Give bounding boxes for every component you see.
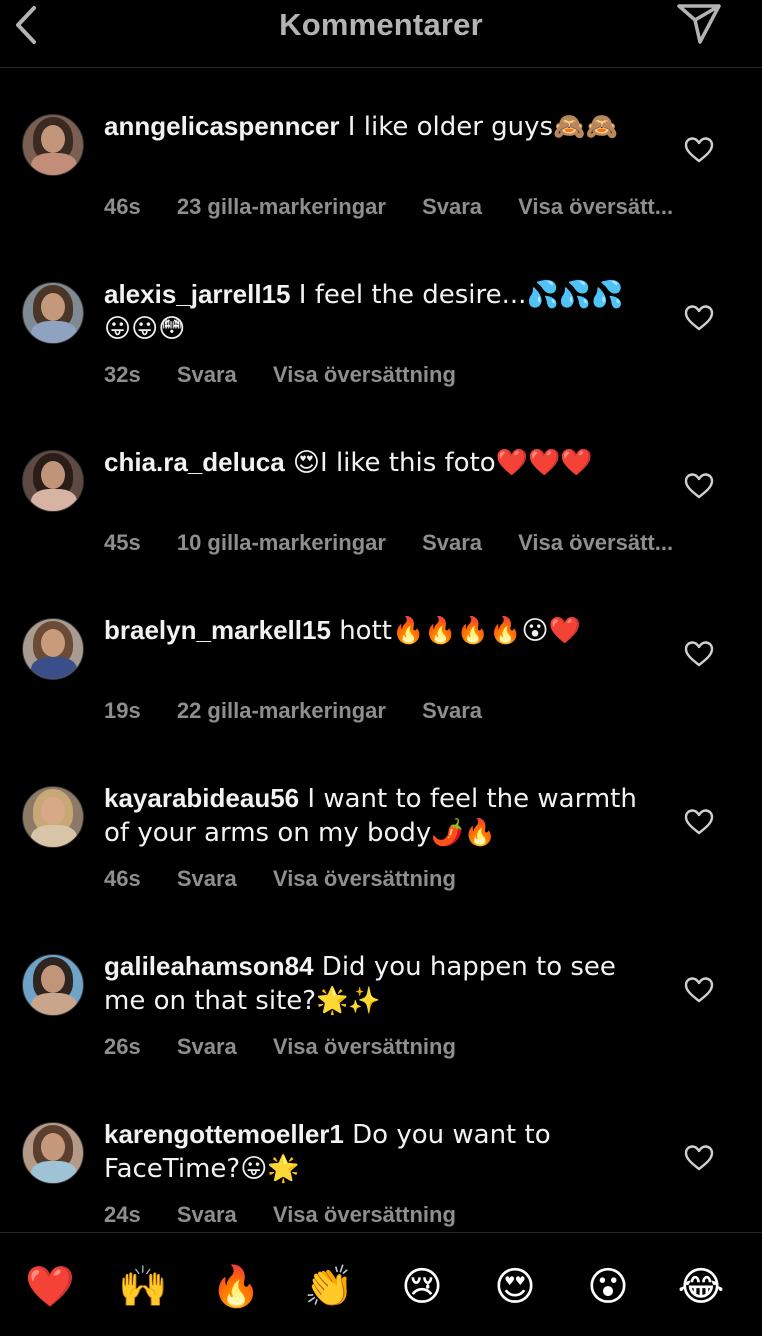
comment-username[interactable]: alexis_jarrell15	[104, 279, 291, 309]
comment-meta: 45s 10 gilla-markeringar Svara Visa över…	[104, 530, 673, 556]
comment-meta: 19s 22 gilla-markeringar Svara	[104, 698, 482, 724]
comment-username[interactable]: chia.ra_deluca	[104, 447, 285, 477]
comment-meta: 24s Svara Visa översättning	[104, 1202, 456, 1228]
comment-username[interactable]: braelyn_markell15	[104, 615, 331, 645]
reaction-fire-button[interactable]: 🔥	[208, 1261, 264, 1313]
comment-item: chia.ra_deluca 😍I like this foto❤️❤️❤️ 4…	[0, 404, 762, 572]
comment-time: 45s	[104, 530, 141, 555]
avatar[interactable]	[22, 114, 84, 176]
heart-icon[interactable]	[684, 976, 714, 1004]
reaction-heart-button[interactable]: ❤️	[22, 1261, 78, 1313]
heart-icon[interactable]	[684, 808, 714, 836]
translate-link[interactable]: Visa översättning	[273, 866, 456, 891]
comment-item: braelyn_markell15 hott🔥🔥🔥🔥😮❤️ 19s 22 gil…	[0, 572, 762, 740]
comment-text: kayarabideau56 I want to feel the warmth…	[104, 782, 644, 850]
avatar[interactable]	[22, 954, 84, 1016]
reaction-crying-button[interactable]: 😢	[394, 1261, 450, 1313]
heart-icon[interactable]	[684, 640, 714, 668]
comment-text: anngelicaspenncer I like older guys🙈🙈	[104, 110, 644, 144]
comment-text: alexis_jarrell15 I feel the desire...💦💦💦…	[104, 278, 644, 346]
avatar[interactable]	[22, 786, 84, 848]
avatar[interactable]	[22, 450, 84, 512]
heart-icon[interactable]	[684, 304, 714, 332]
likes-count-link[interactable]: 23 gilla-markeringar	[177, 194, 386, 219]
comment-time: 32s	[104, 362, 141, 387]
page-title: Kommentarer	[279, 7, 483, 42]
likes-count-link[interactable]: 22 gilla-markeringar	[177, 698, 386, 723]
comment-body: hott🔥🔥🔥🔥😮❤️	[330, 616, 581, 646]
translate-link[interactable]: Visa översättning	[273, 1202, 456, 1227]
quick-reaction-bar: ❤️ 🙌 🔥 👏 😢 😍 😮 😂	[0, 1232, 762, 1336]
heart-icon[interactable]	[684, 1144, 714, 1172]
avatar[interactable]	[22, 1122, 84, 1184]
comment-time: 46s	[104, 194, 141, 219]
comment-meta: 32s Svara Visa översättning	[104, 362, 456, 388]
reply-link[interactable]: Svara	[177, 1034, 237, 1059]
reaction-heart-eyes-button[interactable]: 😍	[487, 1261, 543, 1313]
comment-item: kayarabideau56 I want to feel the warmth…	[0, 740, 762, 908]
comment-item: alexis_jarrell15 I feel the desire...💦💦💦…	[0, 236, 762, 404]
reaction-surprised-button[interactable]: 😮	[580, 1261, 636, 1313]
comment-time: 24s	[104, 1202, 141, 1227]
comment-text: chia.ra_deluca 😍I like this foto❤️❤️❤️	[104, 446, 644, 480]
comment-time: 26s	[104, 1034, 141, 1059]
comment-username[interactable]: anngelicaspenncer	[104, 111, 340, 141]
comment-text: galileahamson84 Did you happen to see me…	[104, 950, 644, 1018]
reply-link[interactable]: Svara	[177, 866, 237, 891]
reply-link[interactable]: Svara	[177, 362, 237, 387]
comment-text: karengottemoeller1 Do you want to FaceTi…	[104, 1118, 644, 1186]
comment-list[interactable]: anngelicaspenncer I like older guys🙈🙈 46…	[0, 68, 762, 1232]
avatar[interactable]	[22, 618, 84, 680]
comment-username[interactable]: kayarabideau56	[104, 783, 299, 813]
reply-link[interactable]: Svara	[422, 194, 482, 219]
likes-count-link[interactable]: 10 gilla-markeringar	[177, 530, 386, 555]
translate-link[interactable]: Visa översätt...	[518, 194, 673, 219]
comment-text: braelyn_markell15 hott🔥🔥🔥🔥😮❤️	[104, 614, 644, 648]
translate-link[interactable]: Visa översättning	[273, 1034, 456, 1059]
reply-link[interactable]: Svara	[422, 698, 482, 723]
comment-meta: 26s Svara Visa översättning	[104, 1034, 456, 1060]
comment-time: 19s	[104, 698, 141, 723]
heart-icon[interactable]	[684, 136, 714, 164]
paper-plane-icon[interactable]	[676, 2, 722, 46]
translate-link[interactable]: Visa översätt...	[518, 530, 673, 555]
comment-time: 46s	[104, 866, 141, 891]
comment-item: galileahamson84 Did you happen to see me…	[0, 908, 762, 1076]
avatar[interactable]	[22, 282, 84, 344]
reaction-raised-hands-button[interactable]: 🙌	[115, 1261, 171, 1313]
heart-icon[interactable]	[684, 472, 714, 500]
comment-body: 😍I like this foto❤️❤️❤️	[284, 448, 593, 478]
comment-username[interactable]: karengottemoeller1	[104, 1119, 344, 1149]
comment-body: I like older guys🙈🙈	[339, 112, 618, 142]
comment-username[interactable]: galileahamson84	[104, 951, 314, 981]
comment-meta: 46s Svara Visa översättning	[104, 866, 456, 892]
translate-link[interactable]: Visa översättning	[273, 362, 456, 387]
comment-meta: 46s 23 gilla-markeringar Svara Visa över…	[104, 194, 673, 220]
comment-item: anngelicaspenncer I like older guys🙈🙈 46…	[0, 68, 762, 236]
header-bar: Kommentarer	[0, 0, 762, 68]
reaction-clap-button[interactable]: 👏	[301, 1261, 357, 1313]
comment-item: karengottemoeller1 Do you want to FaceTi…	[0, 1076, 762, 1232]
reply-link[interactable]: Svara	[177, 1202, 237, 1227]
reaction-laughing-button[interactable]: 😂	[673, 1261, 729, 1313]
reply-link[interactable]: Svara	[422, 530, 482, 555]
